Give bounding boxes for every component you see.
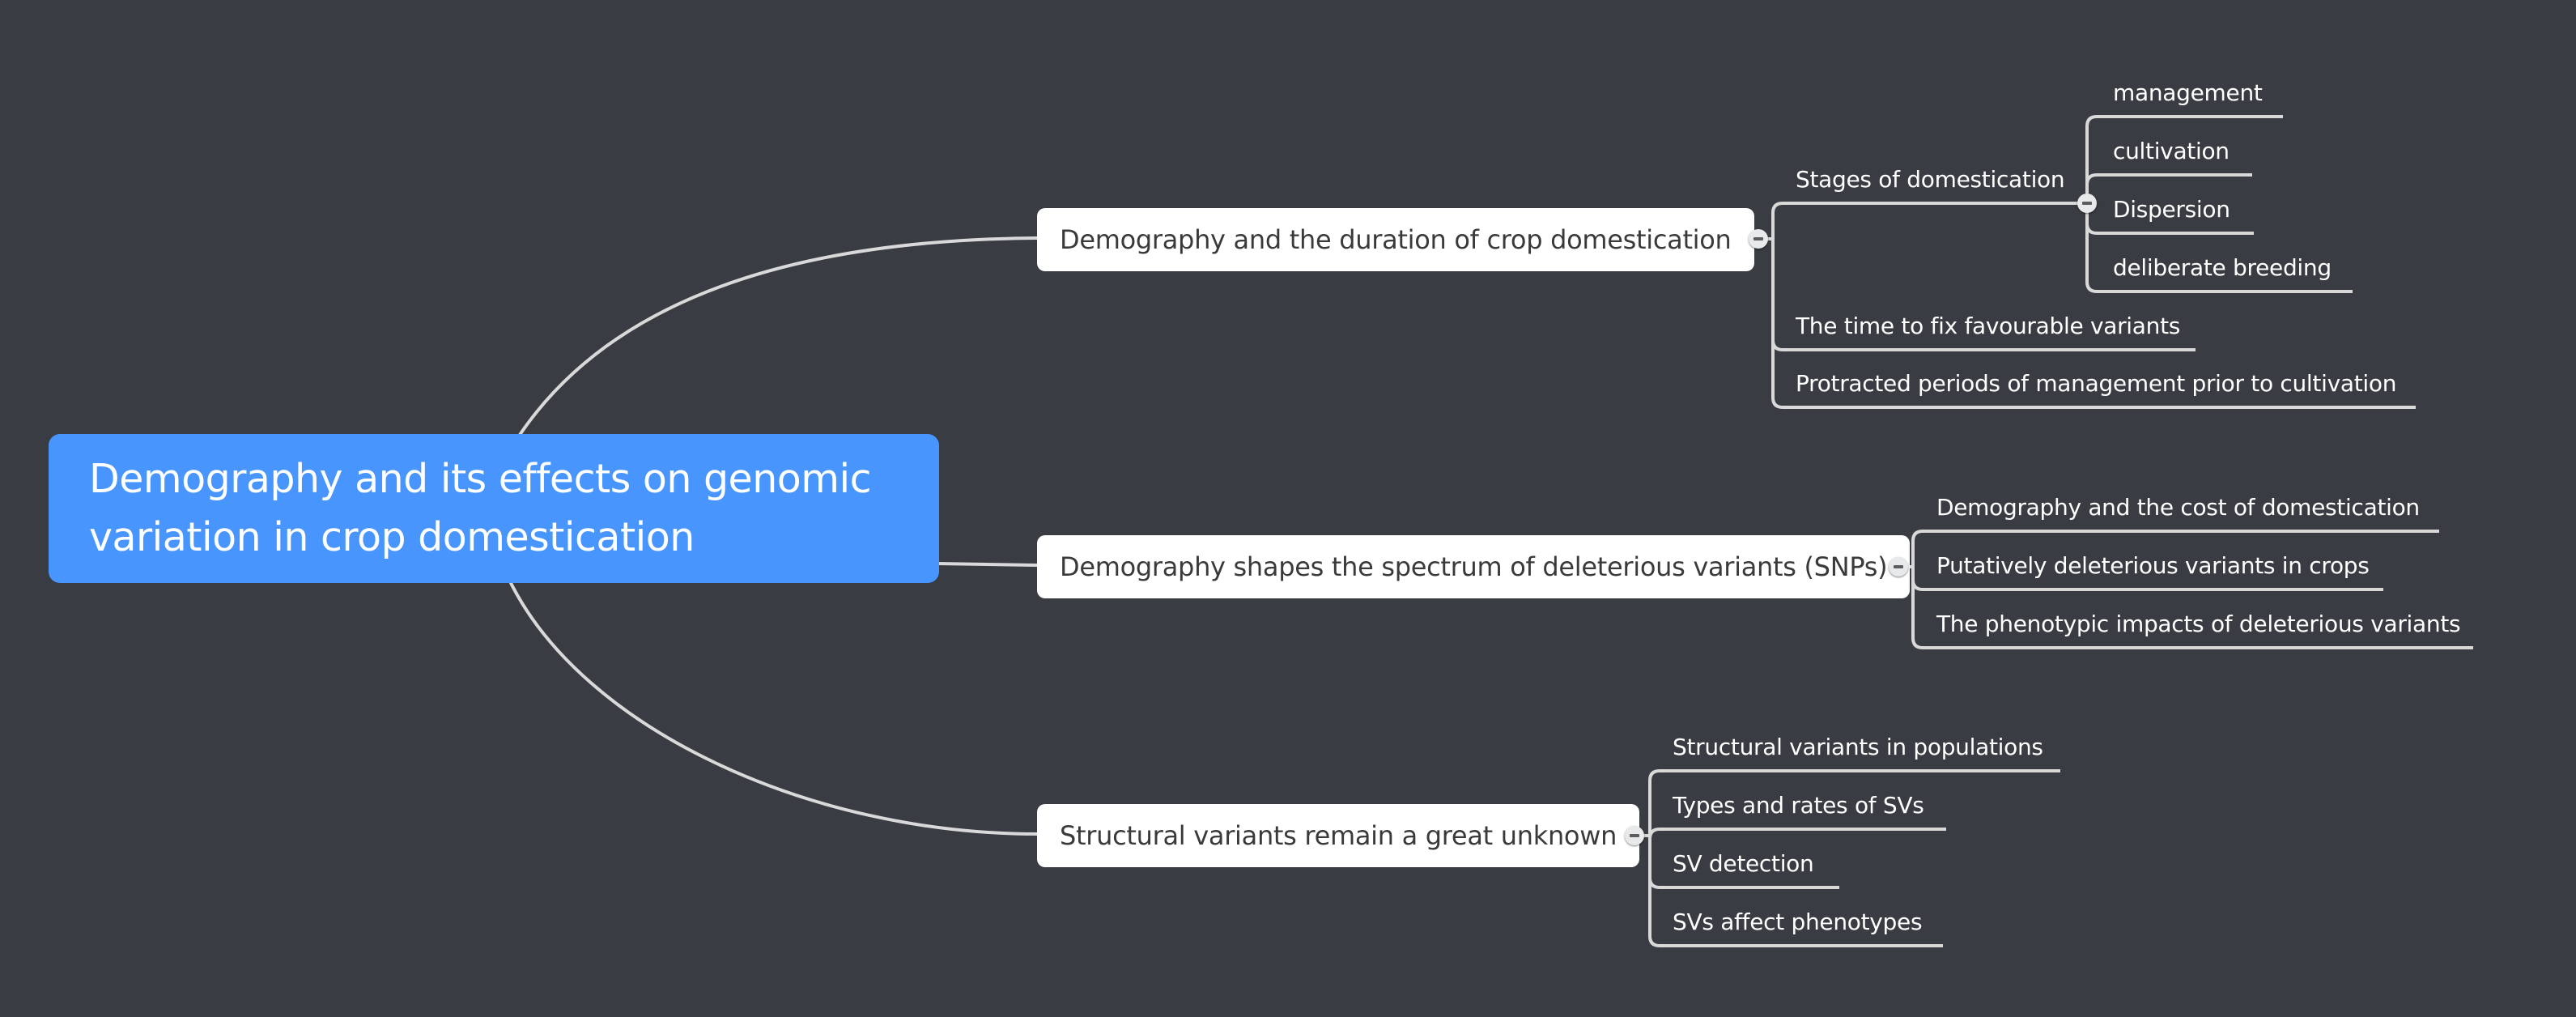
branch-topic-3[interactable]: Structural variants remain a great unkno… [1037, 804, 1640, 867]
subtopic-sv-in-populations[interactable]: Structural variants in populations [1673, 734, 2043, 761]
branch-topic-1[interactable]: Demography and the duration of crop dome… [1037, 208, 1754, 271]
subtopic-deliberate-breeding[interactable]: deliberate breeding [2113, 254, 2332, 282]
subtopic-time-to-fix[interactable]: The time to fix favourable variants [1796, 313, 2180, 340]
subtopic-protracted-periods[interactable]: Protracted periods of management prior t… [1796, 370, 2396, 398]
subtopic-svs-affect-phenotypes[interactable]: SVs affect phenotypes [1673, 908, 1923, 936]
collapse-minus-icon[interactable] [2077, 194, 2097, 213]
subtopic-dispersion[interactable]: Dispersion [2113, 196, 2230, 223]
subtopic-stages-of-domestication[interactable]: Stages of domestication [1796, 166, 2065, 194]
connector-central-branch-1 [516, 236, 1038, 439]
connector-central-branch-3 [508, 581, 1038, 836]
subtopic-sv-detection[interactable]: SV detection [1673, 850, 1814, 878]
subtopic-types-and-rates[interactable]: Types and rates of SVs [1673, 792, 1924, 819]
subtopic-management[interactable]: management [2113, 79, 2263, 107]
connector-central-branch-2 [937, 562, 1038, 567]
subtopic-cost-of-domestication[interactable]: Demography and the cost of domestication [1936, 494, 2420, 521]
collapse-minus-icon[interactable] [1749, 229, 1768, 249]
collapse-minus-icon[interactable] [1889, 557, 1908, 577]
subtopic-cultivation[interactable]: cultivation [2113, 138, 2230, 165]
subtopic-putatively-deleterious[interactable]: Putatively deleterious variants in crops [1936, 552, 2370, 580]
central-topic[interactable]: Demography and its effects on genomic va… [49, 434, 939, 583]
collapse-minus-icon[interactable] [1625, 826, 1644, 845]
subtopic-phenotypic-impacts[interactable]: The phenotypic impacts of deleterious va… [1936, 611, 2461, 638]
branch-topic-2[interactable]: Demography shapes the spectrum of delete… [1037, 535, 1911, 598]
